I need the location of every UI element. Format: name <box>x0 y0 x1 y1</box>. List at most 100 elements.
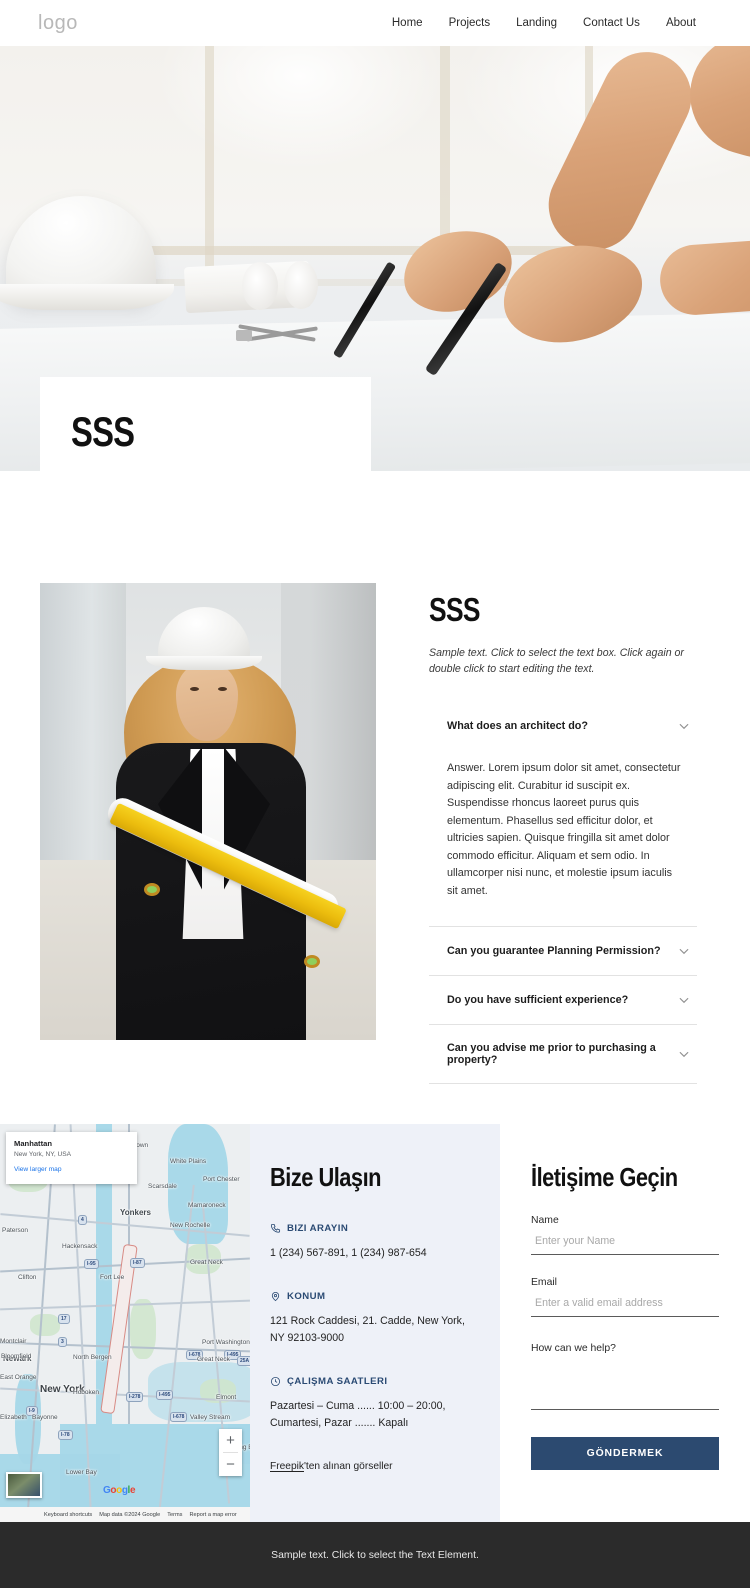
message-textarea[interactable] <box>531 1354 719 1411</box>
email-input[interactable] <box>531 1288 719 1318</box>
map-label: Clifton <box>18 1274 37 1282</box>
faq-question-text: Can you guarantee Planning Permission? <box>447 945 661 958</box>
map-label: Port Washington <box>202 1339 250 1347</box>
main-navigation: Home Projects Landing Contact Us About <box>392 17 696 29</box>
map-label: Lower Bay <box>66 1469 97 1477</box>
route-shield: 3 <box>58 1337 67 1348</box>
map-label: Bayonne <box>32 1414 58 1422</box>
faq-item: Can you advise me prior to purchasing a … <box>429 1025 697 1085</box>
faq-item: Do you have sufficient experience? <box>429 976 697 1026</box>
map-card-subtitle: New York, NY, USA <box>14 1151 72 1159</box>
contact-form-panel: İletişime Geçin Name Email How can we he… <box>500 1124 750 1523</box>
contact-value-phone: 1 (234) 567-891, 1 (234) 987-654 <box>270 1247 427 1260</box>
field-label-message: How can we help? <box>531 1343 616 1355</box>
map-label: Port Chester <box>203 1176 240 1184</box>
contact-heading: Bize Ulaşın <box>270 1162 381 1193</box>
submit-button[interactable]: GÖNDERMEK <box>531 1437 719 1471</box>
contact-label-location: KONUM <box>270 1291 470 1302</box>
map-label: Valley Stream <box>190 1414 230 1422</box>
map-label: Mamaroneck <box>188 1202 226 1210</box>
chevron-down-icon <box>679 724 689 730</box>
map-label: Bloomfield <box>1 1353 32 1361</box>
map-label: Hoboken <box>73 1389 100 1397</box>
faq-accordion: What does an architect do? Answer. Lorem… <box>429 704 697 1085</box>
faq-question-toggle[interactable]: Do you have sufficient experience? <box>429 976 697 1024</box>
contact-info-panel: Bize Ulaşın BIZI ARAYIN 1 (234) 567-891,… <box>250 1124 500 1522</box>
field-label-email: Email <box>531 1277 557 1289</box>
route-shield: I-495 <box>156 1390 174 1401</box>
route-shield: 25A <box>237 1356 250 1367</box>
faq-question-text: What does an architect do? <box>447 720 588 733</box>
footer-text: Sample text. Click to select the Text El… <box>271 1549 479 1561</box>
faq-answer-text: Answer. Lorem ipsum dolor sit amet, cons… <box>447 762 681 897</box>
nav-item-home[interactable]: Home <box>392 17 423 29</box>
view-larger-map-link[interactable]: View larger map <box>14 1166 129 1173</box>
phone-icon <box>270 1224 281 1233</box>
field-email: Email <box>531 1277 719 1318</box>
map-label: Great Neck <box>197 1356 230 1364</box>
contact-value-location: 121 Rock Caddesi, 21. Cadde, New York, N… <box>270 1315 465 1344</box>
image-credit-link[interactable]: Freepik <box>270 1461 304 1472</box>
faq-question-text: Can you advise me prior to purchasing a … <box>447 1042 656 1067</box>
map-satellite-thumbnail[interactable] <box>6 1472 42 1499</box>
route-shield: I-95 <box>84 1259 99 1270</box>
map-label: Paterson <box>2 1227 29 1235</box>
clock-icon <box>270 1377 281 1387</box>
google-logo: Google <box>103 1485 136 1497</box>
contact-label-phone-text: BIZI ARAYIN <box>287 1223 349 1235</box>
nav-item-about[interactable]: About <box>666 17 696 29</box>
image-credit-rest: 'ten alınan görseller <box>303 1461 393 1473</box>
contact-label-hours-text: ÇALIŞMA SAATLERI <box>287 1376 388 1388</box>
map-zoom-controls: + − <box>219 1429 242 1477</box>
nav-item-projects[interactable]: Projects <box>449 17 491 29</box>
faq-section: SSS Sample text. Click to select the tex… <box>0 471 750 1125</box>
nav-item-landing[interactable]: Landing <box>516 17 557 29</box>
faq-title: SSS <box>429 591 481 628</box>
name-input[interactable] <box>531 1226 719 1256</box>
zoom-in-button[interactable]: + <box>219 1429 242 1452</box>
logo[interactable]: logo <box>38 12 78 35</box>
chevron-down-icon <box>679 997 689 1004</box>
site-header: logo Home Projects Landing Contact Us Ab… <box>0 0 750 46</box>
faq-subtitle: Sample text. Click to select the text bo… <box>429 647 684 676</box>
map-label: Scarsdale <box>148 1183 177 1191</box>
nav-item-contact-us[interactable]: Contact Us <box>583 17 640 29</box>
map-label: East Orange <box>0 1374 37 1382</box>
map-data-attribution: Map data ©2024 Google <box>99 1511 161 1518</box>
faq-question-toggle[interactable]: Can you advise me prior to purchasing a … <box>429 1025 697 1083</box>
architect-portrait-photo <box>40 583 376 1040</box>
route-shield: 17 <box>58 1314 70 1325</box>
route-shield: 4 <box>78 1215 87 1226</box>
contact-label-phone: BIZI ARAYIN <box>270 1223 470 1234</box>
field-message: How can we help? <box>531 1343 719 1415</box>
map-label: North Bergen <box>73 1354 112 1362</box>
image-credit: Freepik'ten alınan görseller <box>270 1461 470 1472</box>
contact-value-hours: Pazartesi – Cuma ...... 10:00 – 20:00, C… <box>270 1400 446 1429</box>
map-label: Elmont <box>216 1394 237 1402</box>
keyboard-shortcuts-link[interactable]: Keyboard shortcuts <box>44 1512 92 1518</box>
zoom-out-button[interactable]: − <box>219 1453 242 1476</box>
chevron-down-icon <box>679 948 689 955</box>
contact-block-hours: ÇALIŞMA SAATLERI Pazartesi – Cuma ......… <box>270 1376 470 1431</box>
faq-question-toggle[interactable]: What does an architect do? <box>429 704 697 748</box>
contact-label-hours: ÇALIŞMA SAATLERI <box>270 1376 470 1387</box>
field-label-name: Name <box>531 1215 559 1227</box>
map-card-title: Manhattan <box>14 1139 52 1149</box>
contact-label-location-text: KONUM <box>287 1291 326 1303</box>
route-shield: I-87 <box>130 1258 145 1269</box>
contact-block-phone: BIZI ARAYIN 1 (234) 567-891, 1 (234) 987… <box>270 1223 470 1261</box>
map-info-card[interactable]: Manhattan New York, NY, USA View larger … <box>6 1132 137 1185</box>
field-name: Name <box>531 1215 719 1256</box>
map-label: Fort Lee <box>100 1274 125 1282</box>
faq-question-toggle[interactable]: Can you guarantee Planning Permission? <box>429 927 697 975</box>
faq-item: What does an architect do? Answer. Lorem… <box>429 704 697 928</box>
map-terms-link[interactable]: Terms <box>167 1512 182 1518</box>
map-attribution-bar: Keyboard shortcuts Map data ©2024 Google… <box>0 1507 250 1523</box>
map-label: Yonkers <box>120 1208 151 1218</box>
map-label: Elizabeth <box>0 1414 27 1422</box>
google-map[interactable]: I-95 I-87 I-278 I-495 I-678 I-495 I-678 … <box>0 1124 250 1523</box>
hero-section: SSS Sample text. Click to select the Tex… <box>0 46 750 471</box>
faq-item: Can you guarantee Planning Permission? <box>429 927 697 977</box>
contact-section: I-95 I-87 I-278 I-495 I-678 I-495 I-678 … <box>0 1124 750 1523</box>
report-map-error-link[interactable]: Report a map error <box>189 1512 236 1518</box>
